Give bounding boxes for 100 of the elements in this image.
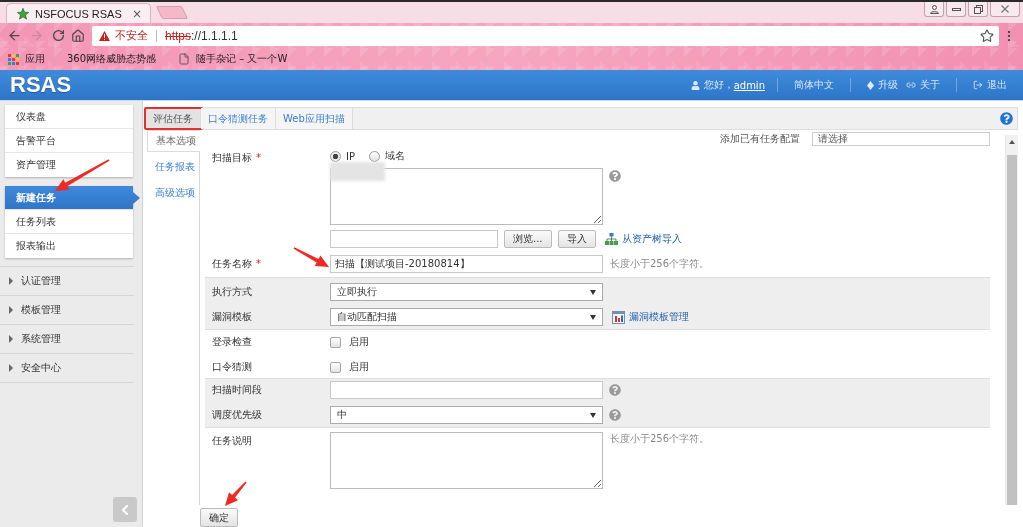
tab-close-button[interactable]: × <box>131 7 142 20</box>
star-icon <box>17 7 29 20</box>
sidebar-section[interactable]: 系统管理 <box>0 325 134 354</box>
field-label: 漏洞模板 <box>212 310 252 324</box>
caret-icon <box>590 289 596 295</box>
document-icon <box>178 53 191 65</box>
home-icon <box>71 28 85 43</box>
preset-select[interactable]: 请选择 <box>812 132 990 146</box>
url-text: https://1.1.1.1 <box>165 28 238 43</box>
subtab[interactable]: 高级选项 <box>147 182 199 204</box>
bookmark-item[interactable]: 应用 <box>4 50 49 68</box>
field-label: 执行方式 <box>212 285 252 299</box>
bookmark-item[interactable]: 随手杂记 – 又一个W <box>174 50 292 68</box>
radio-label: IP <box>346 150 355 162</box>
language-link[interactable]: 简体中文 <box>794 78 834 92</box>
chain-link-icon <box>906 80 916 90</box>
sidebar-section[interactable]: 安全中心 <box>0 354 134 383</box>
checkbox-label: 启用 <box>349 360 369 374</box>
sidebar-section[interactable]: 认证管理 <box>0 267 134 296</box>
sidebar-section[interactable]: 模板管理 <box>0 296 134 325</box>
field-label: 任务说明 <box>212 434 252 448</box>
dropdown-select[interactable]: 中 <box>330 406 603 424</box>
apps-grid-icon <box>8 53 19 65</box>
browser-tab[interactable]: NSFOCUS RSAS × <box>6 3 151 23</box>
input-field[interactable]: 扫描【测试项目-20180814】 <box>330 255 603 273</box>
close-icon <box>1001 5 1009 13</box>
header-link[interactable]: 关于 <box>906 78 940 92</box>
tab-title: NSFOCUS RSAS <box>35 7 122 20</box>
field-label: 扫描时间段 <box>212 383 262 397</box>
import-link[interactable]: 从资产树导入 <box>604 232 682 246</box>
radio-button[interactable] <box>330 150 341 162</box>
checkbox[interactable] <box>330 361 341 373</box>
warning-icon <box>99 30 110 41</box>
annotation-arrow <box>293 247 329 267</box>
field-label: 登录检查 <box>212 335 252 349</box>
collapse-sidebar-button[interactable] <box>113 497 137 522</box>
input-field[interactable] <box>330 381 603 399</box>
person-icon <box>929 4 939 14</box>
scrollbar-track[interactable] <box>1005 135 1018 505</box>
hint-text: 长度小于256个字符。 <box>610 257 710 271</box>
subtab[interactable]: 任务报表 <box>147 156 199 178</box>
minimize-icon <box>951 7 961 11</box>
textarea-field[interactable] <box>330 168 603 225</box>
radio-label: 域名 <box>385 149 405 163</box>
checkbox[interactable] <box>330 336 341 348</box>
header-link[interactable]: 退出 <box>973 78 1007 92</box>
sidebar-item[interactable]: 新建任务 <box>5 186 140 210</box>
field-label: 口令猜测 <box>212 360 252 374</box>
sidebar-item[interactable]: 仪表盘 <box>5 105 133 129</box>
scroll-up-arrow-icon[interactable] <box>1009 140 1015 144</box>
help-icon[interactable] <box>1000 112 1013 125</box>
template-link[interactable]: 漏洞模板管理 <box>612 310 689 324</box>
sidebar-item[interactable]: 资产管理 <box>5 153 133 177</box>
profile-button[interactable] <box>924 2 944 17</box>
dropdown-select[interactable]: 立即执行 <box>330 283 603 301</box>
close-window-button[interactable] <box>990 2 1020 17</box>
caret-icon <box>590 412 596 418</box>
tab[interactable]: 口令猜测任务 <box>201 108 276 129</box>
tab[interactable]: Web应用扫描 <box>276 108 353 129</box>
logout-icon <box>973 80 983 90</box>
sidebar-item[interactable]: 告警平台 <box>5 129 133 153</box>
caret-icon <box>590 314 596 320</box>
user-link[interactable]: admin <box>733 79 765 91</box>
preset-label: 添加已有任务配置 <box>720 132 800 146</box>
annotation-arrow <box>225 481 247 506</box>
sidebar-item[interactable]: 报表输出 <box>5 234 133 258</box>
submit-button[interactable]: 确定 <box>200 508 238 527</box>
chart-window-icon <box>612 310 625 324</box>
hierarchy-icon <box>604 233 618 245</box>
help-icon[interactable] <box>609 409 621 421</box>
greeting-text: 您好， <box>703 78 734 92</box>
reload-icon <box>51 29 65 42</box>
minimize-button[interactable] <box>946 2 966 17</box>
bookmark-item[interactable]: 360网络威胁态势感 <box>63 50 161 68</box>
star-outline-icon <box>980 28 994 43</box>
restore-button[interactable] <box>968 2 988 17</box>
restore-icon <box>973 4 983 14</box>
subtab[interactable]: 基本选项 <box>147 130 200 152</box>
dropdown-select[interactable]: 自动匹配扫描 <box>330 308 603 326</box>
bookmark-star-button[interactable] <box>980 28 994 43</box>
app-logo: RSAS <box>10 72 72 98</box>
form-button[interactable]: 浏览... <box>504 230 552 248</box>
hint-text: 长度小于256个字符。 <box>610 432 710 446</box>
checkbox-label: 启用 <box>349 335 369 349</box>
new-tab-button[interactable] <box>155 6 189 19</box>
user-icon <box>690 80 700 90</box>
address-bar[interactable]: 不安全 https://1.1.1.1 <box>92 25 999 46</box>
sidebar-item[interactable]: 任务列表 <box>5 210 133 234</box>
scrollbar-thumb[interactable] <box>1007 155 1017 505</box>
radio-button[interactable] <box>369 150 380 162</box>
field-label: 扫描目标 * <box>212 151 261 165</box>
form-button[interactable]: 导入 <box>557 230 596 248</box>
diamond-icon <box>867 80 874 90</box>
forward-arrow-icon <box>28 28 44 43</box>
textarea-field[interactable] <box>330 432 603 489</box>
help-icon[interactable] <box>609 170 621 182</box>
security-warning-text: 不安全 <box>115 28 148 43</box>
field-label: 任务名称 * <box>212 257 261 271</box>
help-icon[interactable] <box>609 384 621 396</box>
input-field[interactable] <box>330 230 498 248</box>
